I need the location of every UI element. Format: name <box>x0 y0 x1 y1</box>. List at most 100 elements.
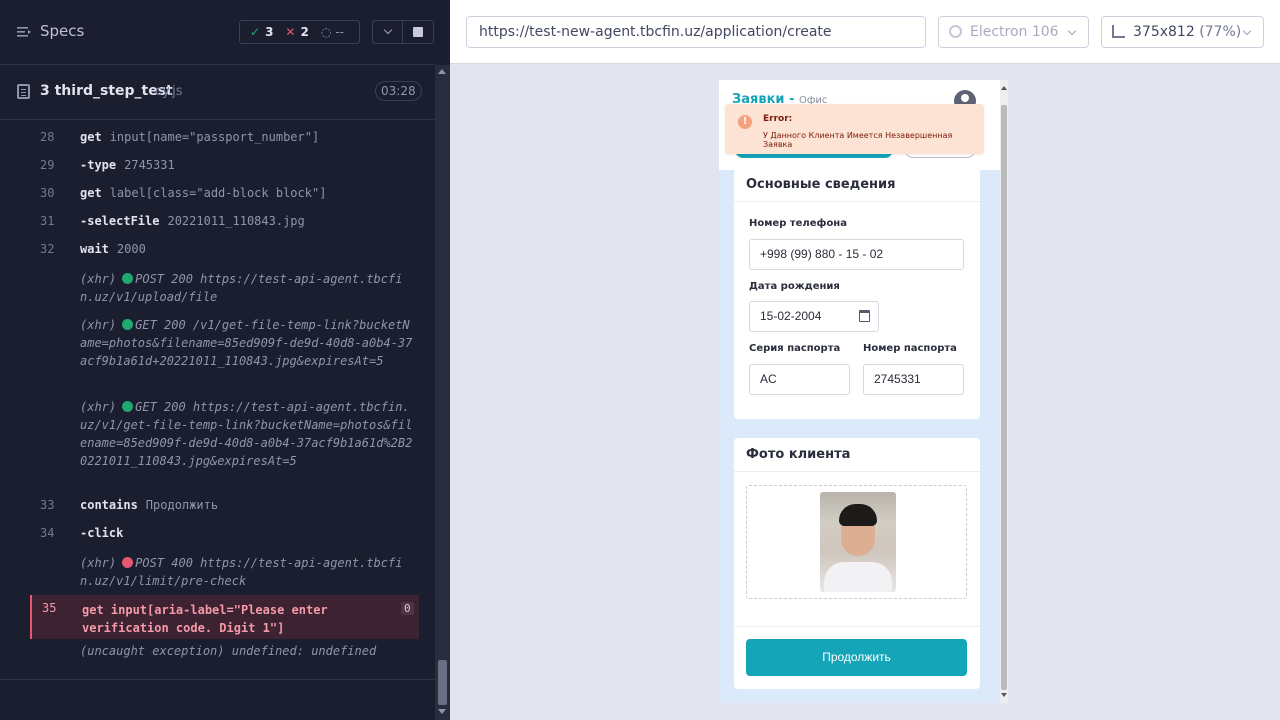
client-photo <box>820 492 896 592</box>
cypress-panel: Specs ✓ 3 ✕ 2 ◌ -- 3 third_step_test cy.… <box>0 0 450 720</box>
aut-preview: https://test-new-agent.tbcfin.uz/applica… <box>450 0 1280 720</box>
command-name: get <box>80 186 102 200</box>
app-scrollbar[interactable] <box>1000 80 1008 703</box>
electron-icon <box>949 25 962 38</box>
failed-command-text: get input[aria-label="Please enter verif… <box>82 603 328 635</box>
client-photo-card: Фото клиента Продолжить <box>734 438 980 689</box>
spec-file-name: 3 third_step_test <box>40 83 173 99</box>
passport-number-input[interactable]: 2745331 <box>863 364 964 395</box>
error-toast[interactable]: ! Error: У Данного Клиента Имеется Незав… <box>725 104 984 154</box>
passed-count: 3 <box>265 25 274 39</box>
calendar-icon[interactable] <box>859 310 870 322</box>
command-arg: Продолжить <box>145 498 219 512</box>
xhr-log-entry[interactable]: (xhr) POST 400 https://test-api-agent.tbc… <box>80 554 415 590</box>
xhr-prefix: (xhr) <box>80 556 117 570</box>
passport-series-label: Серия паспорта <box>749 343 841 354</box>
divider <box>734 626 980 627</box>
birth-date-value: 15-02-2004 <box>760 309 822 323</box>
phone-label: Номер телефона <box>749 218 847 229</box>
command-line-number: 32 <box>40 242 55 256</box>
photo-hair-shape <box>839 504 877 526</box>
document-icon <box>17 84 30 99</box>
command-line-number: 33 <box>40 498 55 512</box>
status-ok-dot-icon <box>122 319 134 330</box>
scrollbar-thumb[interactable] <box>1001 105 1007 690</box>
passport-series-input[interactable]: AC <box>749 364 850 395</box>
continue-button[interactable]: Продолжить <box>746 639 967 676</box>
command-name: -type <box>80 158 117 172</box>
specs-list-icon[interactable] <box>17 26 31 38</box>
aut-toolbar: https://test-new-agent.tbcfin.uz/applica… <box>450 0 1280 64</box>
chevron-down-icon <box>1067 26 1077 36</box>
failed-x-icon: ✕ <box>285 25 296 39</box>
phone-input[interactable]: +998 (99) 880 - 15 - 02 <box>749 239 964 270</box>
command-arg: 2745331 <box>124 158 175 172</box>
viewport-size: 375x812 <box>1133 24 1195 40</box>
app-viewport: Заявки - Офис Основные сведения Номер те… <box>719 80 1008 703</box>
scroll-down-arrow-icon[interactable] <box>438 709 446 714</box>
failed-command-row[interactable]: 35 get input[aria-label="Please enter ve… <box>30 595 419 639</box>
command-name: get <box>80 130 102 144</box>
runner-dropdown-button[interactable] <box>372 20 403 44</box>
command-line-number: 31 <box>40 214 55 228</box>
xhr-log-entry[interactable]: (xhr) POST 200 https://test-api-agent.tbc… <box>80 270 415 306</box>
status-ok-dot-icon <box>122 401 134 412</box>
exception-text: (uncaught exception) undefined: undefine… <box>80 644 377 658</box>
element-count-badge: 0 <box>401 602 414 615</box>
xhr-prefix: (xhr) <box>80 400 117 414</box>
specs-title[interactable]: Specs <box>40 22 84 40</box>
scroll-up-arrow-icon[interactable] <box>1001 86 1007 90</box>
viewport-selector[interactable]: 375x812 (77%) <box>1101 16 1264 48</box>
info-icon: ! <box>738 115 752 129</box>
birth-date-input[interactable]: 15-02-2004 <box>749 301 879 332</box>
xhr-prefix: (xhr) <box>80 272 117 286</box>
zoom-level: (77%) <box>1199 24 1242 40</box>
toast-title: Error: <box>763 114 793 124</box>
command-log-scrollbar[interactable] <box>435 65 450 720</box>
pending-count: -- <box>335 25 344 39</box>
specs-header: Specs ✓ 3 ✕ 2 ◌ -- <box>0 0 435 65</box>
chevron-down-icon <box>383 25 393 35</box>
command-name: wait <box>80 242 109 256</box>
photo-upload-area[interactable] <box>746 485 967 599</box>
status-ok-dot-icon <box>122 273 134 284</box>
command-arg: input[name="passport_number"] <box>109 130 320 144</box>
spec-file-row[interactable]: 3 third_step_test cy.js 03:28 <box>0 66 435 120</box>
toast-message: У Данного Клиента Имеется Незавершенная … <box>763 131 953 149</box>
divider <box>734 201 980 202</box>
scrollbar-thumb[interactable] <box>438 660 447 705</box>
browser-selector[interactable]: Electron 106 <box>938 16 1089 48</box>
command-name: -selectFile <box>80 214 160 228</box>
photo-body-shape <box>824 562 892 592</box>
xhr-log-entry[interactable]: (xhr) GET 200 /v1/get-file-temp-link?buck… <box>80 316 415 370</box>
scroll-down-arrow-icon[interactable] <box>1001 693 1007 697</box>
scroll-up-arrow-icon[interactable] <box>438 69 446 74</box>
test-stats: ✓ 3 ✕ 2 ◌ -- <box>239 20 360 44</box>
command-name: -click <box>80 526 124 540</box>
passport-number-label: Номер паспорта <box>863 343 957 354</box>
divider <box>734 471 980 472</box>
stop-button[interactable] <box>403 20 434 44</box>
command-line-number: 28 <box>40 130 55 144</box>
passed-check-icon: ✓ <box>250 25 261 39</box>
uncaught-exception-entry[interactable]: (uncaught exception) undefined: undefine… <box>80 642 415 660</box>
xhr-log-entry[interactable]: (xhr) GET 200 https://test-api-agent.tbcf… <box>80 398 415 470</box>
command-line-number: 30 <box>40 186 55 200</box>
url-bar[interactable]: https://test-new-agent.tbcfin.uz/applica… <box>466 16 926 48</box>
command-line-number: 29 <box>40 158 55 172</box>
command-arg: 2000 <box>116 242 146 256</box>
command-line-number: 34 <box>40 526 55 540</box>
birth-date-label: Дата рождения <box>749 281 840 292</box>
runner-bottom-bar <box>0 679 435 720</box>
card-title: Фото клиента <box>746 447 851 462</box>
command-arg: label[class="add-block block"] <box>109 186 327 200</box>
command-log: 28 get input[name="passport_number"] 29 -… <box>30 122 419 667</box>
ruler-icon <box>1112 25 1125 38</box>
failed-count: 2 <box>300 25 309 39</box>
spec-duration: 03:28 <box>375 81 422 101</box>
pending-spinner-icon: ◌ <box>320 25 332 39</box>
spec-file-ext: cy.js <box>155 84 183 99</box>
xhr-prefix: (xhr) <box>80 318 117 332</box>
main-info-card: Основные сведения Номер телефона +998 (9… <box>734 168 980 419</box>
command-arg: 20221011_110843.jpg <box>167 214 305 228</box>
